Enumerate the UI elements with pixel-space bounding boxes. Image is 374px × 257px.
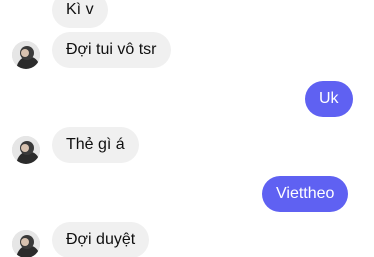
message-bubble-outgoing[interactable]: Uk xyxy=(305,81,353,117)
avatar-photo-icon xyxy=(12,136,40,164)
message-bubble-incoming[interactable]: Đợi duyệt xyxy=(52,222,150,257)
message-text: Viettheo xyxy=(276,185,335,202)
message-bubble-incoming[interactable]: Thẻ gì á xyxy=(52,127,139,163)
contact-avatar[interactable] xyxy=(12,230,40,257)
contact-avatar[interactable] xyxy=(12,136,40,164)
message-bubble-incoming[interactable]: Đợi tui vô tsr xyxy=(52,32,171,68)
avatar-photo-icon xyxy=(12,230,40,257)
message-text: Kì v xyxy=(66,1,94,18)
message-text: Đợi tui vô tsr xyxy=(66,41,157,58)
message-text: Uk xyxy=(319,90,339,107)
message-bubble-outgoing[interactable]: Viettheo xyxy=(262,176,349,212)
message-text: Thẻ gì á xyxy=(66,136,125,153)
message-text: Đợi duyệt xyxy=(66,231,136,248)
contact-avatar[interactable] xyxy=(12,41,40,69)
avatar-photo-icon xyxy=(12,41,40,69)
chat-thread: Kì v Đợi tui vô tsr Uk Thẻ gì á Viettheo xyxy=(0,0,374,257)
message-bubble-incoming[interactable]: Kì v xyxy=(52,0,108,28)
